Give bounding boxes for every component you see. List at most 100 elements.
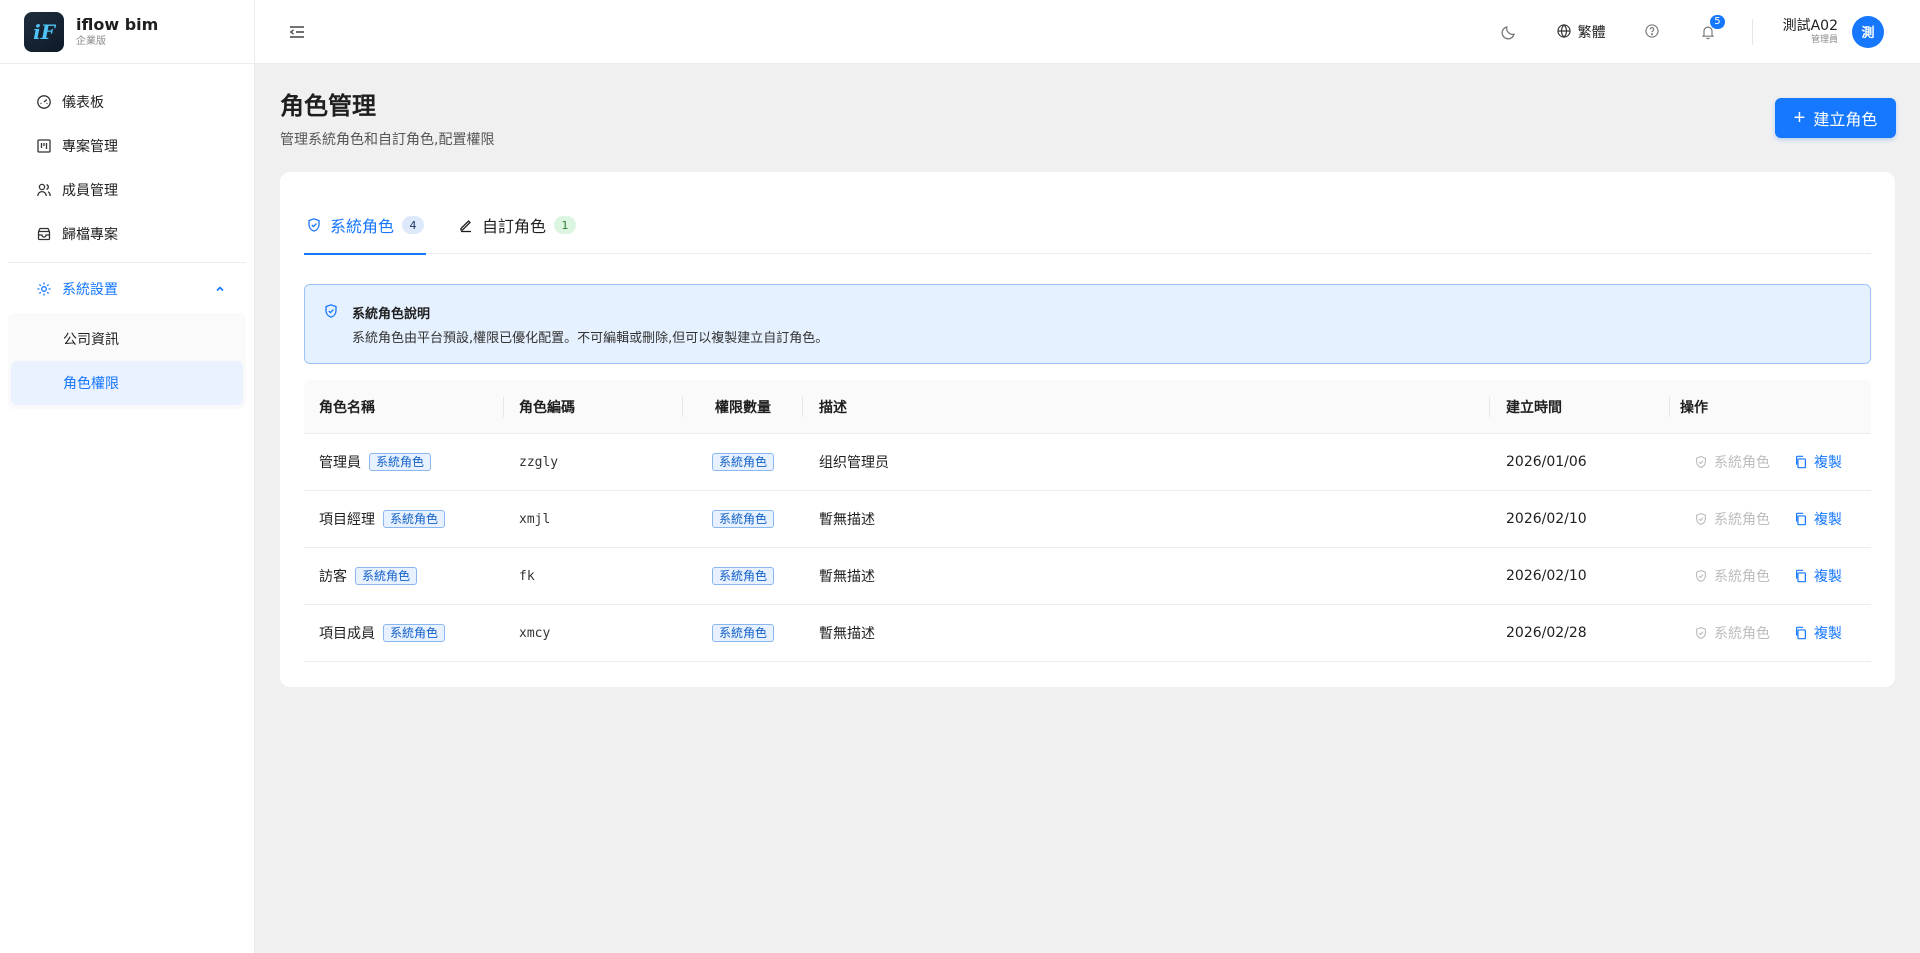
action-label: 系統角色 [1714, 512, 1770, 528]
sidebar-nav: 儀表板 專案管理 成員管理 歸檔專案 系統設置 公司資訊 角色權限 [0, 64, 254, 409]
role-name: 項目經理 [319, 512, 375, 528]
pencil-edit-icon [458, 217, 474, 233]
sidebar-item-archive[interactable]: 歸檔專案 [8, 212, 246, 256]
created-date: 2026/01/06 [1506, 454, 1587, 470]
chevron-up-icon [214, 283, 226, 295]
sidebar-item-members[interactable]: 成員管理 [8, 168, 246, 212]
permission-tag: 系統角色 [711, 624, 774, 642]
sidebar-submenu: 公司資訊 角色權限 [8, 313, 246, 409]
menu-collapse-icon[interactable] [287, 22, 307, 42]
system-role-disabled-action: 系統角色 [1694, 566, 1770, 586]
column-header-role-name[interactable]: 角色名稱 [304, 380, 504, 434]
copy-icon [1794, 569, 1808, 583]
dashboard-gauge-icon [36, 94, 52, 110]
table-row: 訪客 系統角色 fk 系統角色 暫無描述 2026/02/10 系統角色 複製 [304, 548, 1871, 605]
action-label: 系統角色 [1714, 626, 1770, 642]
sidebar-group-system-settings[interactable]: 系統設置 [8, 265, 246, 313]
plus-icon: + [1793, 107, 1806, 129]
sidebar-item-label: 儀表板 [62, 95, 104, 111]
roles-table: 角色名稱 角色編碼 權限數量 描述 建立時間 操作 管理員 系統角色 zzgly … [304, 380, 1871, 662]
column-header-description[interactable]: 描述 [803, 380, 1490, 434]
language-switcher[interactable]: 繁體 [1556, 22, 1606, 42]
roles-card: 系統角色 4 自訂角色 1 系統角色說明 系統角色由平台預設,權限已優化配置。不… [280, 172, 1895, 687]
brand-logo[interactable]: iF [24, 11, 64, 52]
role-tabs: 系統角色 4 自訂角色 1 [304, 196, 1871, 255]
role-description: 组织管理员 [819, 455, 889, 471]
created-date: 2026/02/10 [1506, 511, 1587, 527]
notification-badge: 5 [1709, 13, 1726, 30]
system-role-disabled-action: 系統角色 [1694, 509, 1770, 529]
tab-count-badge: 1 [554, 216, 577, 234]
notifications-button[interactable]: 5 [1700, 13, 1726, 40]
sidebar-item-label: 成員管理 [62, 183, 118, 199]
sidebar: iF iflow bim 企業版 儀表板 專案管理 成員管理 歸檔專案 系統設置… [0, 0, 255, 953]
brand-edition: 企業版 [76, 35, 106, 47]
permission-tag: 系統角色 [711, 510, 774, 528]
header-actions: 繁體 5 測試A02 管理員 測 [1500, 0, 1920, 64]
system-role-tag: 系統角色 [369, 453, 432, 471]
role-description: 暫無描述 [819, 512, 875, 528]
system-role-disabled-action: 系統角色 [1694, 452, 1770, 472]
copy-icon [1794, 455, 1808, 469]
role-code: fk [519, 568, 535, 584]
system-role-disabled-action: 系統角色 [1694, 623, 1770, 643]
tab-custom-roles[interactable]: 自訂角色 1 [456, 196, 578, 254]
moon-theme-icon[interactable] [1500, 23, 1518, 41]
sidebar-item-projects[interactable]: 專案管理 [8, 124, 246, 168]
action-label: 複製 [1814, 455, 1842, 471]
shield-check-icon [323, 303, 341, 321]
gear-icon [36, 281, 52, 297]
table-row: 項目成員 系統角色 xmcy 系統角色 暫無描述 2026/02/28 系統角色 … [304, 605, 1871, 662]
sidebar-item-dashboard[interactable]: 儀表板 [8, 80, 246, 124]
created-date: 2026/02/28 [1506, 625, 1587, 641]
tab-label: 系統角色 [330, 217, 395, 236]
copy-role-button[interactable]: 複製 [1794, 623, 1842, 643]
column-header-role-code[interactable]: 角色編碼 [504, 380, 683, 434]
create-role-button[interactable]: + 建立角色 [1775, 98, 1896, 138]
create-role-label: 建立角色 [1813, 112, 1878, 129]
kanban-board-icon [36, 138, 52, 154]
copy-role-button[interactable]: 複製 [1794, 566, 1842, 586]
sidebar-item-label: 專案管理 [62, 139, 118, 155]
created-date: 2026/02/10 [1506, 568, 1587, 584]
page-title: 角色管理 [280, 92, 376, 120]
sidebar-item-label: 公司資訊 [63, 332, 119, 348]
shield-check-icon [1694, 455, 1708, 469]
header-divider [1751, 18, 1753, 45]
copy-role-button[interactable]: 複製 [1794, 509, 1842, 529]
language-label: 繁體 [1577, 24, 1606, 41]
user-menu[interactable]: 測試A02 管理員 測 [1782, 15, 1884, 48]
main-content: 角色管理 管理系統角色和自訂角色,配置權限 + 建立角色 系統角色 4 自訂角色… [255, 64, 1920, 953]
column-header-created-at[interactable]: 建立時間 [1490, 380, 1670, 434]
shield-check-icon [306, 217, 322, 233]
role-description: 暫無描述 [819, 626, 875, 642]
shield-check-icon [1694, 569, 1708, 583]
sidebar-item-company-info[interactable]: 公司資訊 [11, 317, 243, 361]
brand-name: iflow bim [76, 14, 159, 34]
page-subtitle: 管理系統角色和自訂角色,配置權限 [280, 132, 495, 148]
copy-icon [1794, 626, 1808, 640]
tab-count-badge: 4 [402, 216, 425, 234]
shield-check-icon [1694, 626, 1708, 640]
alert-body: 系統角色由平台預設,權限已優化配置。不可編輯或刪除,但可以複製建立自訂角色。 [352, 331, 829, 346]
help-icon[interactable] [1644, 23, 1662, 41]
column-header-permission-count[interactable]: 權限數量 [683, 380, 803, 434]
role-name: 項目成員 [319, 626, 375, 642]
sidebar-divider [8, 262, 246, 263]
copy-icon [1794, 512, 1808, 526]
tab-system-roles[interactable]: 系統角色 4 [304, 196, 427, 255]
user-role: 管理員 [1810, 34, 1838, 45]
brand: iF iflow bim 企業版 [0, 0, 254, 64]
sidebar-item-role-permissions[interactable]: 角色權限 [11, 361, 243, 405]
tab-label: 自訂角色 [482, 217, 547, 236]
system-role-tag: 系統角色 [355, 567, 418, 585]
top-header: 繁體 5 測試A02 管理員 測 [255, 0, 1920, 64]
system-role-tag: 系統角色 [383, 624, 446, 642]
permission-tag: 系統角色 [711, 567, 774, 585]
copy-role-button[interactable]: 複製 [1794, 452, 1842, 472]
user-name: 測試A02 [1782, 17, 1838, 34]
sidebar-item-label: 角色權限 [63, 376, 119, 392]
role-name: 管理員 [319, 455, 361, 471]
avatar[interactable]: 測 [1852, 15, 1884, 48]
action-label: 複製 [1814, 512, 1842, 528]
